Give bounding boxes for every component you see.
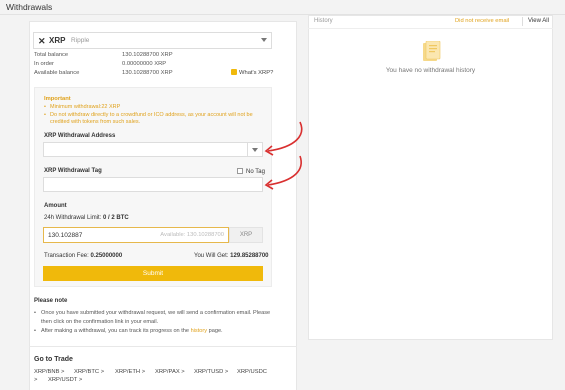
fee-value: 0.25000000 <box>90 253 123 259</box>
amount-unit: XRP <box>229 227 263 243</box>
history-panel <box>308 15 553 340</box>
submit-button[interactable]: Submit <box>43 266 263 281</box>
important-title: Important <box>44 96 71 102</box>
trade-pair-link[interactable]: XRP/BTC > <box>74 369 104 375</box>
balance-value: 0.00000000 XRP <box>122 61 167 67</box>
go-to-trade-title: Go to Trade <box>34 356 73 363</box>
address-label: XRP Withdrawal Address <box>44 133 116 139</box>
coin-symbol: XRP <box>49 36 66 45</box>
page-title: Withdrawals <box>6 2 53 12</box>
limit-value: 0 / 2 BTC <box>103 215 129 221</box>
tag-input[interactable] <box>43 177 263 192</box>
amount-available-hint: Available: 130.10288700 <box>160 232 224 238</box>
balance-value: 130.10288700 XRP <box>122 70 173 76</box>
address-input[interactable] <box>43 142 263 157</box>
please-note-title: Please note <box>34 298 68 304</box>
address-dropdown-button[interactable] <box>247 143 262 156</box>
history-title: History <box>314 18 333 24</box>
info-icon <box>231 69 237 75</box>
trade-pair-link[interactable]: XRP/USDT > <box>48 377 82 383</box>
transaction-fee: Transaction Fee: 0.25000000 <box>44 253 122 259</box>
chevron-down-icon <box>261 38 267 42</box>
annotation-arrows <box>264 121 303 190</box>
checkbox-icon <box>237 168 243 174</box>
balance-label: Available balance <box>34 70 80 76</box>
balance-value: 130.10288700 XRP <box>122 52 173 58</box>
fee-label: Transaction Fee: <box>44 253 89 259</box>
coin-select[interactable]: ✕ XRP Ripple <box>33 32 272 49</box>
limit-label: 24h Withdrawal Limit: <box>44 215 102 221</box>
header-divider <box>522 17 523 26</box>
empty-document-icon <box>423 41 441 61</box>
balance-row-total: Total balance 130.10288700 XRP <box>34 52 274 60</box>
withdrawal-limit: 24h Withdrawal Limit: 0 / 2 BTC <box>44 215 129 221</box>
get-value: 129.85288700 <box>230 253 269 259</box>
whats-xrp-label: What's XRP? <box>239 70 274 76</box>
balance-label: Total balance <box>34 52 69 58</box>
empty-history-text: You have no withdrawal history <box>385 67 476 74</box>
get-label: You Will Get: <box>194 253 229 259</box>
no-tag-checkbox[interactable]: No Tag <box>237 168 265 175</box>
section-divider <box>29 346 297 347</box>
trade-pair-link[interactable]: XRP/BNB > <box>34 369 64 375</box>
trade-pair-link[interactable]: XRP/PAX > <box>155 369 185 375</box>
you-will-get: You Will Get: 129.85288700 <box>194 253 269 259</box>
trade-pair-link[interactable]: XRP/USDC <box>237 369 267 375</box>
amount-value: 130.102887 <box>48 232 83 239</box>
did-not-receive-email-link[interactable]: Did not receive email <box>455 18 509 24</box>
amount-input[interactable]: 130.102887 Available: 130.10288700 <box>43 227 229 243</box>
coin-name: Ripple <box>71 37 90 44</box>
balance-label: In order <box>34 61 54 67</box>
chevron-down-icon <box>252 148 258 152</box>
whats-xrp-link[interactable]: What's XRP? <box>231 69 273 76</box>
trade-pair-link[interactable]: XRP/ETH > <box>115 369 145 375</box>
trade-pair-link[interactable]: > <box>34 377 37 383</box>
xrp-icon: ✕ <box>38 36 46 46</box>
balance-row-in-order: In order 0.00000000 XRP <box>34 61 274 69</box>
history-header <box>308 15 553 29</box>
view-all-link[interactable]: View All <box>528 18 549 24</box>
history-link[interactable]: history <box>191 328 207 334</box>
tag-label: XRP Withdrawal Tag <box>44 168 102 174</box>
trade-pair-link[interactable]: XRP/TUSD > <box>194 369 228 375</box>
amount-title: Amount <box>44 203 67 209</box>
